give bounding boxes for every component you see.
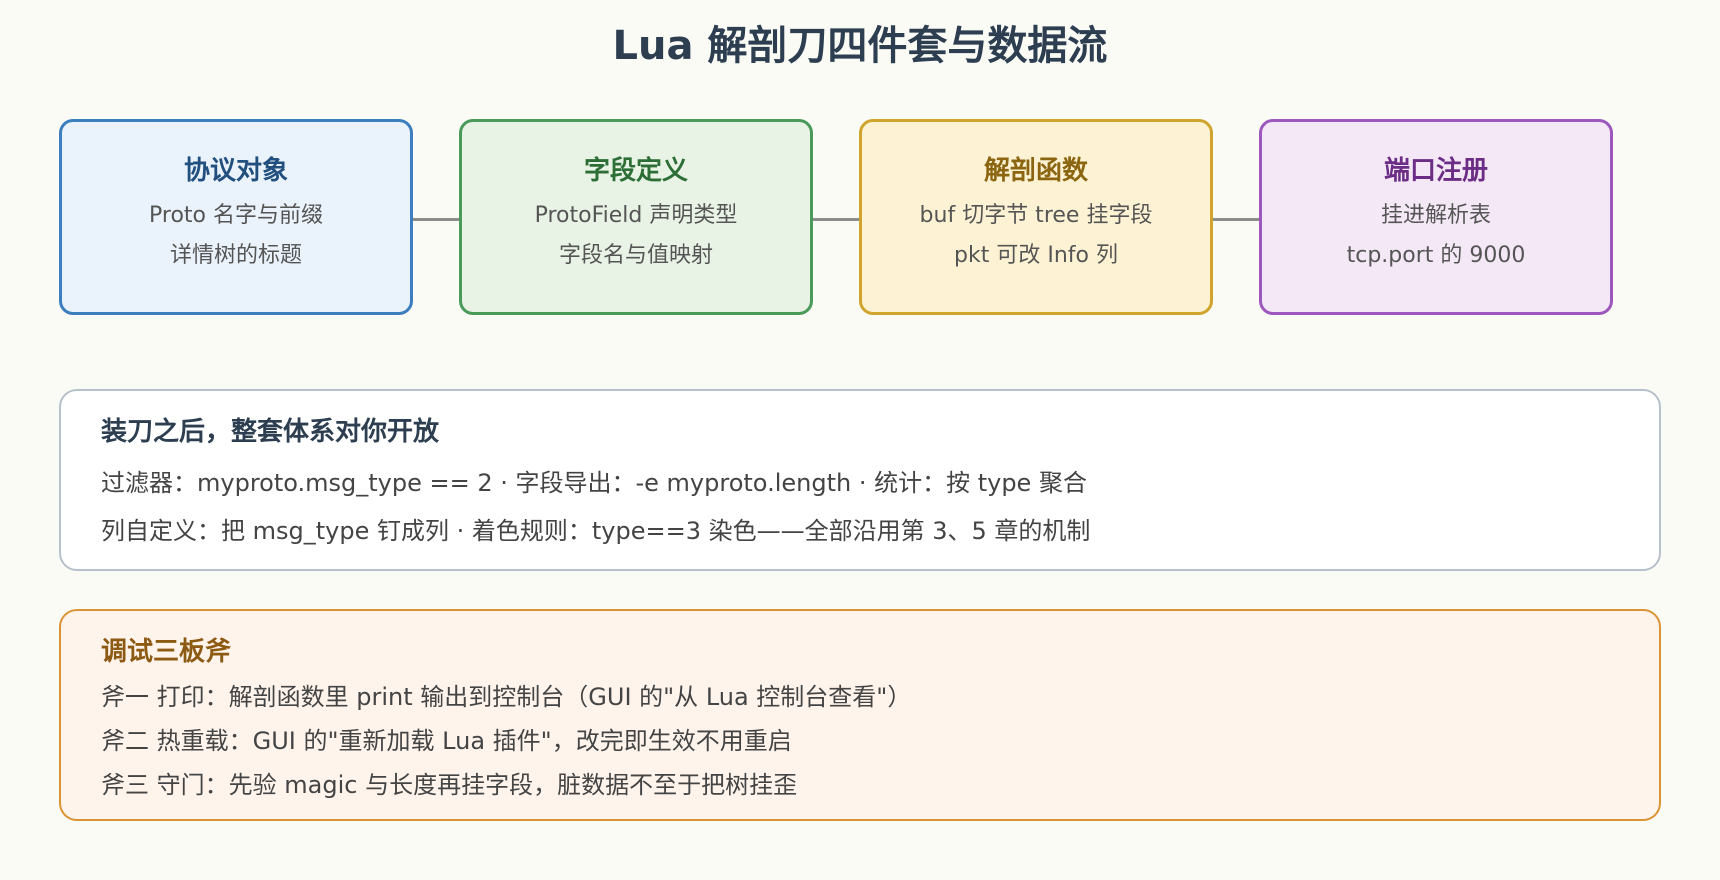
debug-panel: 调试三板斧 斧一 打印：解剖函数里 print 输出到控制台（GUI 的"从 L…	[59, 609, 1661, 821]
connector-line	[413, 218, 459, 221]
card-line: 详情树的标题	[169, 243, 302, 268]
card-line: 挂进解析表	[1380, 203, 1491, 228]
panel-line: 斧二 热重载：GUI 的"重新加载 Lua 插件"，改完即生效不用重启	[101, 727, 792, 755]
ecosystem-panel: 装刀之后，整套体系对你开放 过滤器：myproto.msg_type == 2 …	[59, 389, 1661, 571]
card-port-registration: 端口注册 挂进解析表 tcp.port 的 9000	[1259, 119, 1613, 315]
card-line: tcp.port 的 9000	[1346, 243, 1526, 268]
panel-line: 斧一 打印：解剖函数里 print 输出到控制台（GUI 的"从 Lua 控制台…	[101, 683, 912, 711]
card-title: 解剖函数	[983, 156, 1088, 186]
card-dissector-function: 解剖函数 buf 切字节 tree 挂字段 pkt 可改 Info 列	[859, 119, 1213, 315]
page-title: Lua 解剖刀四件套与数据流	[612, 23, 1108, 69]
panel-line: 列自定义：把 msg_type 钉成列 · 着色规则：type==3 染色——全…	[101, 517, 1091, 545]
connector-line	[1213, 218, 1259, 221]
card-title: 端口注册	[1383, 156, 1488, 186]
card-line: ProtoField 声明类型	[534, 203, 738, 228]
card-line: buf 切字节 tree 挂字段	[919, 203, 1153, 228]
card-line: pkt 可改 Info 列	[954, 243, 1118, 268]
panel-title: 装刀之后，整套体系对你开放	[101, 417, 440, 447]
connector-line	[813, 218, 859, 221]
card-line: Proto 名字与前缀	[149, 203, 323, 228]
card-title: 字段定义	[583, 156, 688, 186]
panel-title: 调试三板斧	[101, 637, 232, 667]
card-title: 协议对象	[183, 156, 288, 186]
card-field-definition: 字段定义 ProtoField 声明类型 字段名与值映射	[459, 119, 813, 315]
card-line: 字段名与值映射	[558, 243, 713, 268]
panel-line: 斧三 守门：先验 magic 与长度再挂字段，脏数据不至于把树挂歪	[101, 771, 798, 799]
panel-line: 过滤器：myproto.msg_type == 2 · 字段导出：-e mypr…	[101, 469, 1087, 497]
card-protocol-object: 协议对象 Proto 名字与前缀 详情树的标题	[59, 119, 413, 315]
